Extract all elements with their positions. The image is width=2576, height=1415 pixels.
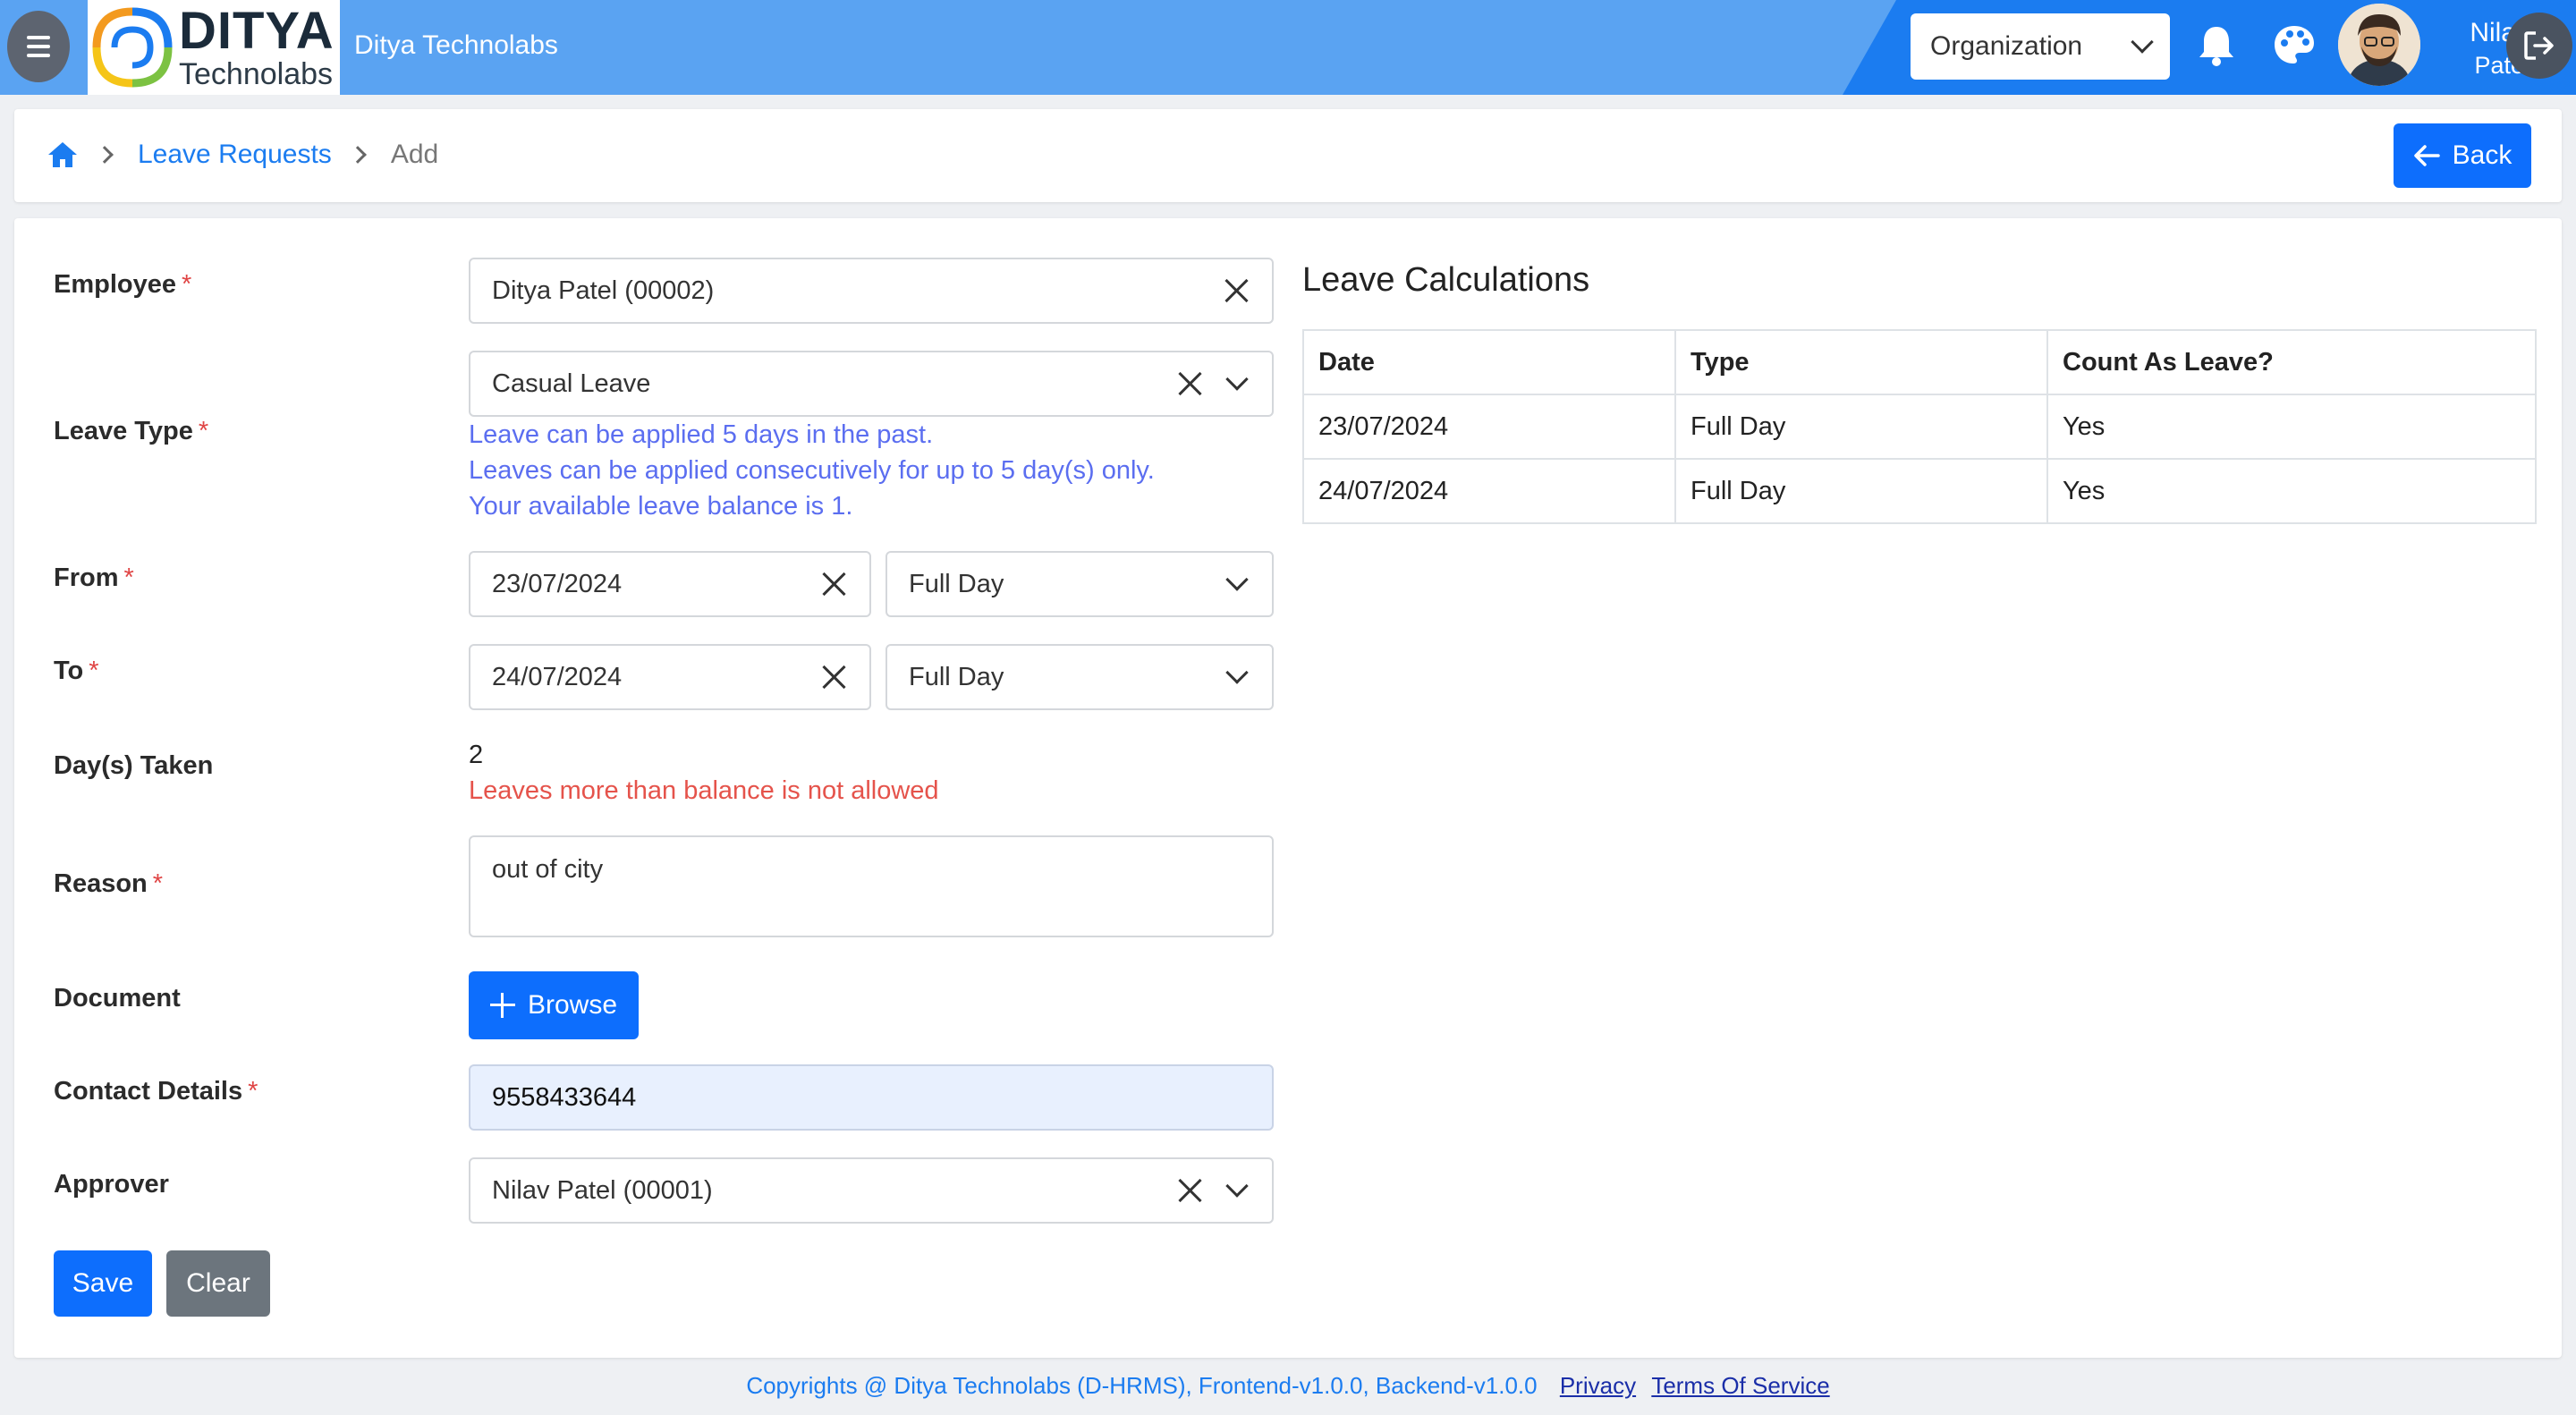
chevron-down-icon	[1225, 661, 1249, 684]
employee-select[interactable]: Ditya Patel (00002)	[469, 258, 1274, 324]
column-header-count-as-leave: Count As Leave?	[2046, 329, 2537, 395]
cell-date: 23/07/2024	[1302, 394, 1676, 460]
employee-select-value: Ditya Patel (00002)	[492, 275, 715, 305]
organization-select-value: Organization	[1930, 31, 2083, 61]
to-label: To *	[54, 657, 99, 685]
top-navbar: DITYA Technolabs Ditya Technolabs Organi…	[0, 0, 2576, 95]
logo-title: DITYA	[179, 2, 335, 60]
cell-type: Full Day	[1674, 458, 2048, 524]
to-day-part-value: Full Day	[909, 662, 1004, 691]
app-name: Ditya Technolabs	[354, 30, 558, 60]
contact-details-value: 9558433644	[492, 1082, 637, 1112]
days-taken-label: Day(s) Taken	[54, 751, 214, 780]
cell-count-as-leave: Yes	[2046, 394, 2537, 460]
logo-mark-icon	[92, 7, 173, 88]
reason-label: Reason *	[54, 869, 164, 898]
to-date-value: 24/07/2024	[492, 662, 623, 691]
approver-select-value: Nilav Patel (00001)	[492, 1175, 713, 1205]
leave-hint-balance: Your available leave balance is 1.	[469, 492, 853, 521]
chevron-down-icon	[2131, 30, 2154, 54]
column-header-date: Date	[1302, 329, 1676, 395]
to-day-part-select[interactable]: Full Day	[886, 644, 1274, 710]
clear-icon[interactable]	[1177, 1177, 1204, 1204]
company-logo[interactable]: DITYA Technolabs	[88, 0, 340, 95]
clear-button[interactable]: Clear	[166, 1250, 270, 1317]
home-icon[interactable]	[47, 140, 79, 169]
footer-copyright: Copyrights @ Ditya Technolabs (D-HRMS), …	[746, 1372, 1538, 1399]
user-avatar-icon	[2338, 4, 2420, 86]
cell-type: Full Day	[1674, 394, 2048, 460]
leave-hint-past: Leave can be applied 5 days in the past.	[469, 420, 934, 449]
back-button-label: Back	[2452, 140, 2512, 170]
privacy-link[interactable]: Privacy	[1560, 1372, 1636, 1399]
breadcrumb: Leave Requests Add	[47, 140, 438, 170]
from-date-value: 23/07/2024	[492, 569, 623, 598]
approver-label: Approver	[54, 1170, 169, 1199]
clear-icon[interactable]	[821, 664, 848, 691]
chevron-down-icon	[1225, 568, 1249, 591]
column-header-type: Type	[1674, 329, 2048, 395]
browse-button-label: Browse	[527, 990, 618, 1020]
from-day-part-value: Full Day	[909, 569, 1004, 598]
cell-count-as-leave: Yes	[2046, 458, 2537, 524]
from-day-part-select[interactable]: Full Day	[886, 551, 1274, 617]
palette-icon[interactable]	[2272, 23, 2317, 66]
employee-label: Employee *	[54, 270, 192, 299]
plus-icon	[489, 993, 515, 1018]
leave-calculations-title: Leave Calculations	[1302, 261, 1590, 299]
logo-subtitle: Technolabs	[179, 57, 334, 91]
table-header-row: Date Type Count As Leave?	[1302, 329, 2537, 395]
chevron-right-icon	[96, 146, 114, 164]
days-taken-error: Leaves more than balance is not allowed	[469, 776, 939, 805]
chevron-down-icon[interactable]	[1225, 368, 1249, 391]
menu-toggle-button[interactable]	[7, 11, 70, 82]
leave-request-form-card: Employee * Ditya Patel (00002) Leave Type…	[14, 218, 2562, 1358]
from-label: From *	[54, 563, 134, 592]
breadcrumb-current: Add	[390, 140, 439, 169]
clear-icon[interactable]	[821, 571, 848, 597]
to-date-input[interactable]: 24/07/2024	[469, 644, 871, 710]
contact-details-label: Contact Details *	[54, 1077, 258, 1106]
leave-type-select-value: Casual Leave	[492, 369, 651, 398]
from-date-input[interactable]: 23/07/2024	[469, 551, 871, 617]
leave-type-label: Leave Type *	[54, 417, 209, 445]
back-button[interactable]: Back	[2394, 123, 2531, 188]
logout-button[interactable]	[2506, 13, 2572, 79]
logout-icon	[2524, 31, 2554, 60]
footer: Copyrights @ Ditya Technolabs (D-HRMS), …	[0, 1372, 2576, 1400]
arrow-left-icon	[2413, 145, 2440, 166]
save-button[interactable]: Save	[54, 1250, 152, 1317]
chevron-right-icon	[348, 146, 367, 164]
clear-icon[interactable]	[1224, 277, 1250, 304]
document-label: Document	[54, 984, 181, 1013]
breadcrumb-leave-requests-link[interactable]: Leave Requests	[138, 140, 332, 170]
leave-hint-consecutive: Leaves can be applied consecutively for …	[469, 456, 1155, 485]
hamburger-icon	[27, 33, 50, 60]
leave-type-select[interactable]: Casual Leave	[469, 351, 1274, 417]
chevron-down-icon[interactable]	[1225, 1174, 1249, 1198]
table-row: 24/07/2024 Full Day Yes	[1302, 458, 2537, 524]
bell-icon[interactable]	[2197, 23, 2236, 68]
days-taken-value: 2	[469, 741, 484, 769]
leave-calculations-table: Date Type Count As Leave? 23/07/2024 Ful…	[1302, 329, 2537, 524]
organization-select[interactable]: Organization	[1911, 13, 2170, 80]
reason-textarea[interactable]: out of city	[469, 835, 1274, 937]
browse-button[interactable]: Browse	[469, 971, 639, 1039]
terms-of-service-link[interactable]: Terms Of Service	[1651, 1372, 1829, 1399]
clear-icon[interactable]	[1177, 370, 1204, 397]
contact-details-input[interactable]: 9558433644	[469, 1064, 1274, 1131]
breadcrumb-bar: Leave Requests Add Back	[14, 109, 2562, 202]
table-row: 23/07/2024 Full Day Yes	[1302, 394, 2537, 460]
cell-date: 24/07/2024	[1302, 458, 1676, 524]
user-avatar[interactable]	[2338, 4, 2420, 86]
approver-select[interactable]: Nilav Patel (00001)	[469, 1157, 1274, 1224]
